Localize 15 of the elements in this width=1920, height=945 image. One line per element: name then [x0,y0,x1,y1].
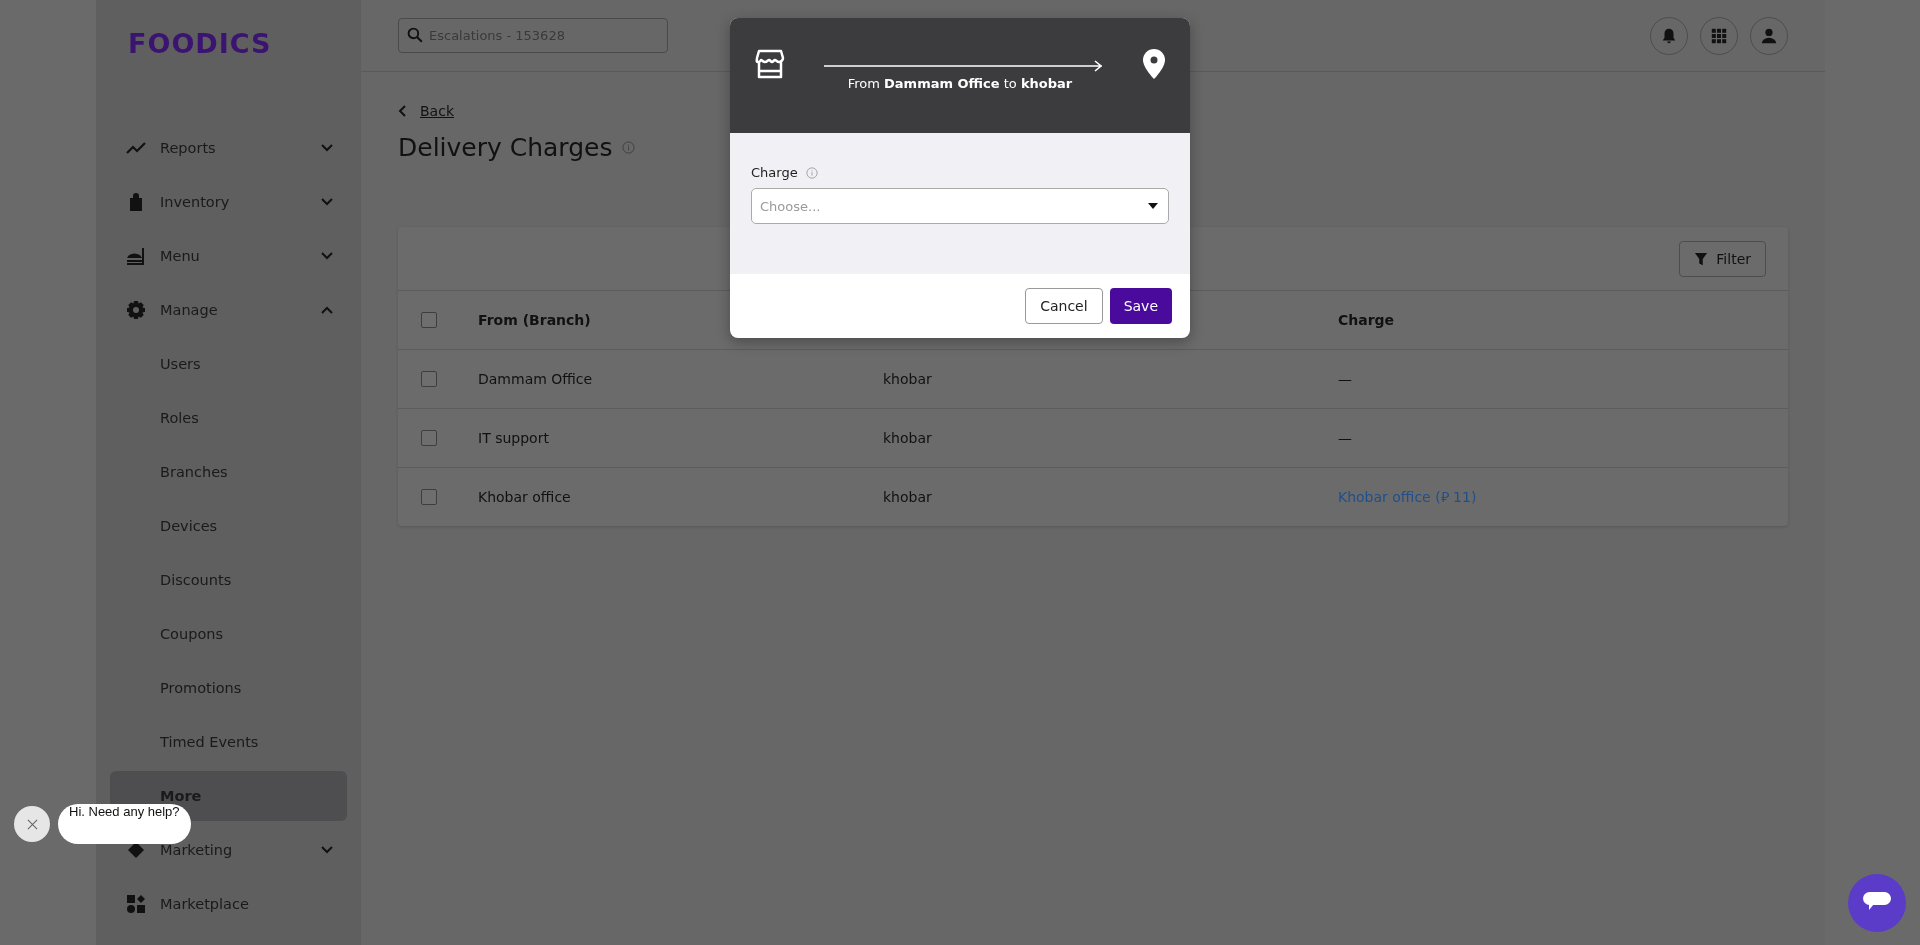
logo: FOODICS [127,27,273,61]
table-cell: Dammam Office [478,371,593,387]
page-title: Delivery Charges [398,133,613,162]
table-cell: — [1338,430,1352,446]
table-cell: khobar [883,430,932,446]
table-cell: Khobar office [478,489,571,505]
table-cell: khobar [883,371,932,387]
field-label: Charge [751,165,798,180]
chat-greeting-toast: Hi. Need any help? [58,804,191,844]
table-cell: IT support [478,430,549,446]
table-cell: — [1338,371,1352,387]
column-header: Charge [1338,312,1395,328]
column-header: From (Branch) [478,312,591,328]
table-cell: khobar [883,489,932,505]
route-text: From Dammam Office to khobar [846,76,1074,91]
